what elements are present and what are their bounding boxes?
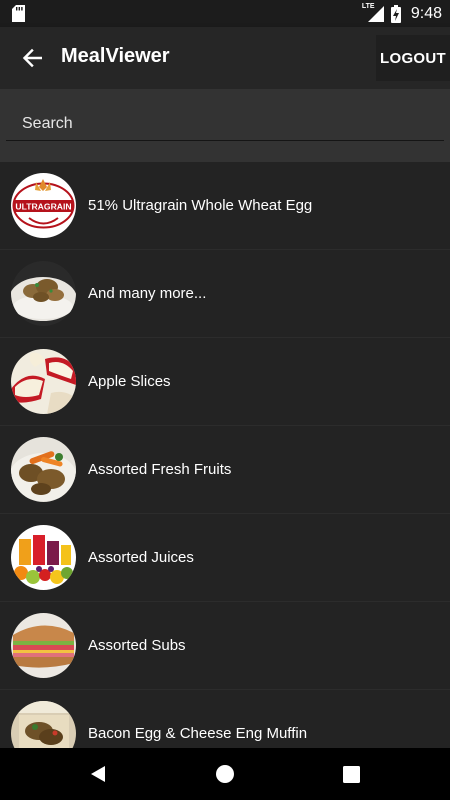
battery-charging-icon bbox=[390, 4, 401, 23]
meal-name: And many more... bbox=[88, 285, 207, 302]
app-bar: MealViewer LOGOUT bbox=[0, 27, 450, 89]
juices-fruits-image bbox=[11, 525, 76, 590]
arrow-back-icon bbox=[22, 48, 42, 68]
meal-list-item[interactable]: Assorted Subs bbox=[0, 602, 450, 690]
search-input[interactable] bbox=[6, 107, 444, 141]
meal-name: Assorted Juices bbox=[88, 549, 194, 566]
ultragrain-logo-image: ULTRAGRAIN bbox=[11, 173, 76, 238]
meal-viewer-screen: LTE 9:48 MealViewer LOGOUT Search ULTRAG… bbox=[0, 0, 450, 800]
meal-list-item[interactable]: Assorted Fresh Fruits bbox=[0, 426, 450, 514]
nav-home-button[interactable] bbox=[211, 760, 239, 788]
system-nav-bar bbox=[0, 748, 450, 800]
triangle-back-icon bbox=[91, 766, 105, 782]
nav-back-button[interactable] bbox=[84, 760, 112, 788]
sd-card-icon bbox=[12, 5, 25, 22]
back-button[interactable] bbox=[14, 40, 50, 76]
square-recents-icon bbox=[342, 765, 360, 783]
meal-list-item[interactable]: Assorted Juices bbox=[0, 514, 450, 602]
meal-name: Apple Slices bbox=[88, 373, 171, 390]
status-time: 9:48 bbox=[410, 4, 442, 22]
nav-recents-button[interactable] bbox=[337, 760, 365, 788]
meal-name: Bacon Egg & Cheese Eng Muffin bbox=[88, 725, 308, 742]
apple-slices-image bbox=[11, 349, 76, 414]
meal-list-item[interactable]: Bacon Egg & Cheese Eng Muffin bbox=[0, 690, 450, 748]
meat-rice-plate-image bbox=[11, 261, 76, 326]
meal-name: Assorted Subs bbox=[88, 637, 186, 654]
search-area bbox=[0, 89, 450, 162]
muffin-box-image bbox=[11, 701, 76, 748]
circle-home-icon bbox=[216, 765, 234, 783]
status-bar: LTE 9:48 bbox=[0, 0, 450, 27]
meal-list-item[interactable]: Apple Slices bbox=[0, 338, 450, 426]
signal-lte-icon: LTE bbox=[362, 3, 385, 23]
meat-carrot-plate-image bbox=[11, 437, 76, 502]
sub-sandwich-image bbox=[11, 613, 76, 678]
meal-name: 51% Ultragrain Whole Wheat Egg bbox=[88, 197, 313, 214]
logout-button[interactable]: LOGOUT bbox=[376, 35, 450, 81]
logo-lettering: ULTRAGRAIN bbox=[15, 202, 71, 212]
meal-name: Assorted Fresh Fruits bbox=[88, 461, 232, 478]
meal-list-item[interactable]: And many more... bbox=[0, 250, 450, 338]
meal-list: ULTRAGRAIN 51% Ultragrain Whole Wheat Eg… bbox=[0, 162, 450, 748]
meal-list-item[interactable]: ULTRAGRAIN 51% Ultragrain Whole Wheat Eg… bbox=[0, 162, 450, 250]
app-title: MealViewer bbox=[61, 45, 170, 67]
